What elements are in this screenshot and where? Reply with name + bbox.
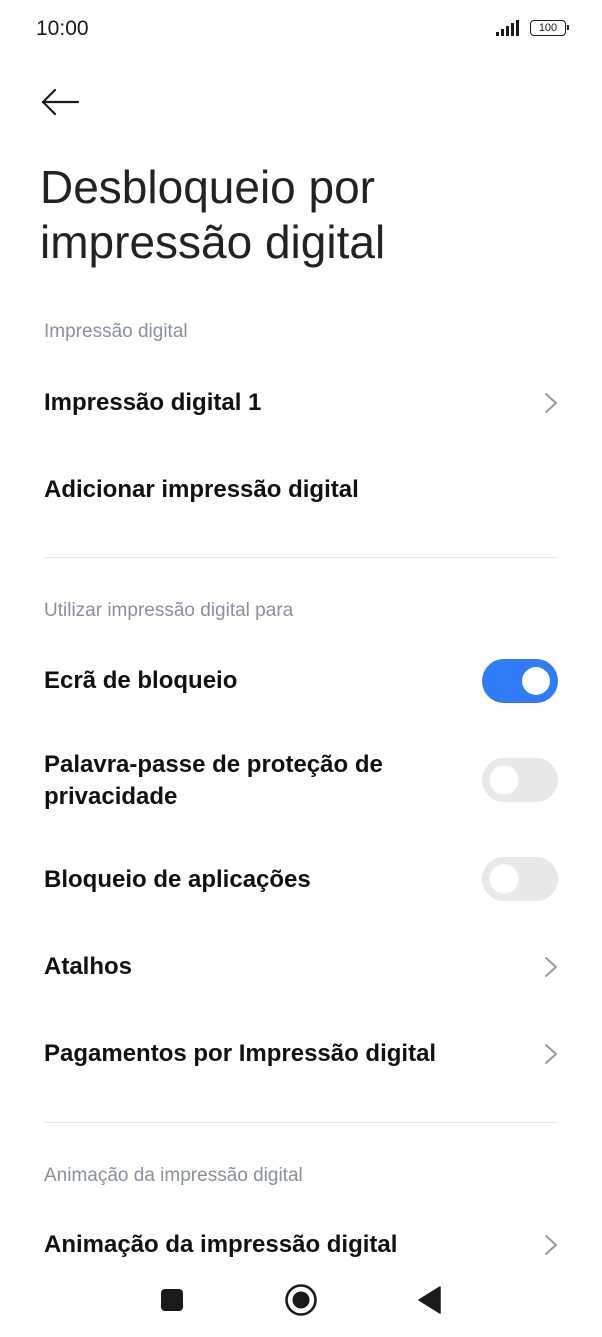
privacy-password-row[interactable]: Palavra-passe de proteção de privacidade: [0, 745, 602, 817]
chevron-right-icon: [545, 1235, 557, 1255]
add-fingerprint-label: Adicionar impressão digital: [44, 476, 359, 503]
lock-screen-row[interactable]: Ecrã de bloqueio: [0, 650, 602, 712]
fingerprint-payments-row[interactable]: Pagamentos por Impressão digital: [0, 1023, 602, 1085]
page-title: Desbloqueio por impressão digital: [40, 161, 386, 268]
divider: [44, 1122, 558, 1123]
status-time: 10:00: [36, 17, 89, 40]
app-lock-label: Bloqueio de aplicações: [44, 866, 311, 893]
fingerprint-1-label: Impressão digital 1: [44, 389, 262, 416]
app-lock-toggle[interactable]: [482, 857, 558, 901]
app-lock-row[interactable]: Bloqueio de aplicações: [0, 849, 602, 911]
battery-icon: 100: [530, 20, 569, 36]
toggle-knob: [490, 766, 518, 794]
recents-button[interactable]: [148, 1280, 196, 1320]
fingerprint-animation-row[interactable]: Animação da impressão digital: [0, 1214, 602, 1276]
home-circle-icon: [285, 1284, 317, 1316]
signal-icon: [496, 20, 519, 36]
back-button[interactable]: [34, 80, 86, 124]
chevron-right-icon: [545, 393, 557, 413]
fingerprint-animation-label: Animação da impressão digital: [44, 1231, 398, 1258]
shortcuts-label: Atalhos: [44, 953, 133, 980]
chevron-right-icon: [545, 1044, 557, 1064]
section-header-animation: Animação da impressão digital: [44, 1165, 303, 1186]
fingerprint-1-row[interactable]: Impressão digital 1: [0, 372, 602, 434]
home-button[interactable]: [277, 1280, 325, 1320]
lock-screen-toggle[interactable]: [482, 659, 558, 703]
lock-screen-label: Ecrã de bloqueio: [44, 667, 238, 694]
battery-level: 100: [538, 21, 558, 34]
chevron-right-icon: [545, 957, 557, 977]
divider: [44, 557, 558, 558]
section-header-use-for: Utilizar impressão digital para: [44, 600, 294, 621]
navigation-bar: [0, 1268, 602, 1337]
add-fingerprint-row[interactable]: Adicionar impressão digital: [0, 459, 602, 521]
section-header-fingerprint: Impressão digital: [44, 321, 188, 342]
shortcuts-row[interactable]: Atalhos: [0, 936, 602, 998]
status-icons: 100: [496, 20, 569, 36]
toggle-knob: [490, 865, 518, 893]
status-bar: 10:00 100: [0, 0, 602, 60]
back-triangle-icon: [418, 1286, 441, 1314]
recents-square-icon: [161, 1289, 183, 1311]
privacy-password-label: Palavra-passe de proteção de privacidade: [44, 751, 383, 810]
arrow-left-icon: [41, 88, 80, 116]
privacy-password-toggle[interactable]: [482, 758, 558, 802]
fingerprint-payments-label: Pagamentos por Impressão digital: [44, 1040, 437, 1067]
toggle-knob: [522, 667, 550, 695]
nav-back-button[interactable]: [406, 1280, 454, 1320]
